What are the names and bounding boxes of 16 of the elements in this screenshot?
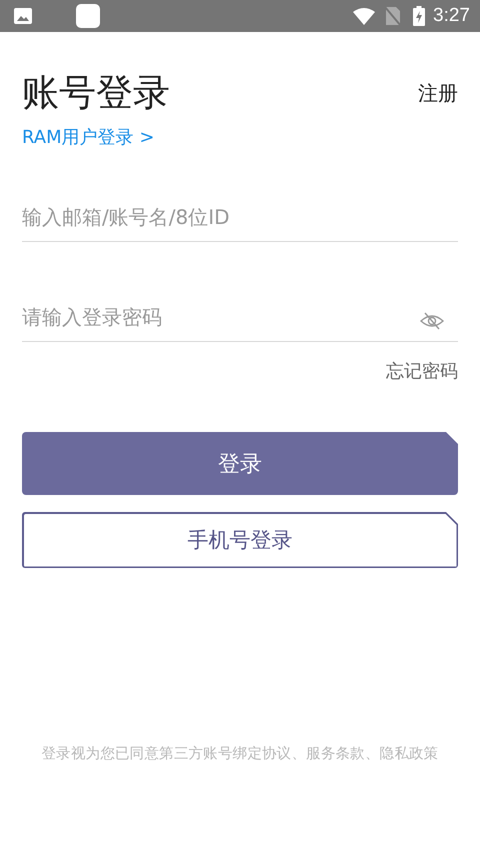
phone-login-button[interactable]: 手机号登录	[22, 512, 458, 568]
battery-charging-icon	[413, 6, 426, 26]
clock-time: 3:27	[433, 5, 470, 27]
no-sim-icon	[385, 6, 402, 26]
terms-text: 登录视为您已同意第三方账号绑定协议、服务条款、隐私政策	[40, 744, 440, 763]
wifi-icon	[353, 8, 376, 24]
login-button[interactable]: 登录	[22, 432, 458, 495]
forgot-password-link[interactable]: 忘记密码	[386, 360, 458, 384]
image-icon	[14, 8, 32, 24]
password-field[interactable]: 请输入登录密码	[22, 292, 458, 342]
ram-login-link[interactable]: RAM用户登录 >	[22, 126, 154, 150]
register-link[interactable]: 注册	[418, 81, 458, 105]
page-title: 账号登录	[22, 70, 170, 116]
eye-slash-icon[interactable]	[420, 312, 444, 330]
account-field[interactable]: 输入邮箱/账号名/8位ID	[22, 192, 458, 242]
app-icon	[76, 4, 100, 28]
